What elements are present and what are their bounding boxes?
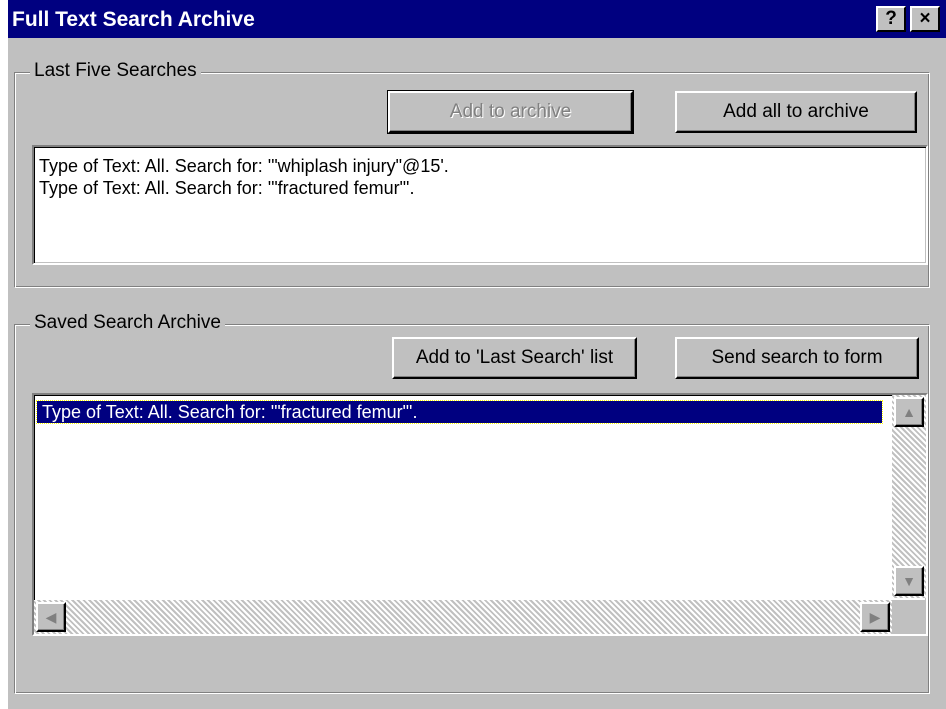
title-bar[interactable]: Full Text Search Archive ? × xyxy=(8,0,946,38)
send-search-to-form-button[interactable]: Send search to form xyxy=(675,337,919,379)
add-to-last-search-list-button[interactable]: Add to 'Last Search' list xyxy=(392,337,637,379)
close-button[interactable]: × xyxy=(910,6,940,32)
scroll-left-button[interactable]: ◀ xyxy=(36,602,66,632)
last-searches-list[interactable]: Type of Text: All. Search for: '"whiplas… xyxy=(32,145,928,265)
add-all-to-archive-button[interactable]: Add all to archive xyxy=(675,91,917,133)
help-button[interactable]: ? xyxy=(876,6,906,32)
arrow-right-icon: ▶ xyxy=(869,609,881,625)
scrollbar-corner xyxy=(892,600,926,634)
list-item[interactable]: Type of Text: All. Search for: '"whiplas… xyxy=(34,155,926,177)
arrow-up-icon: ▲ xyxy=(902,404,916,420)
list-item[interactable]: Type of Text: All. Search for: '"fractur… xyxy=(34,177,926,199)
last-five-searches-label: Last Five Searches xyxy=(30,60,201,82)
arrow-left-icon: ◀ xyxy=(45,609,57,625)
saved-search-archive-label: Saved Search Archive xyxy=(30,312,225,334)
scroll-down-button[interactable]: ▼ xyxy=(894,566,924,596)
add-to-archive-button[interactable]: Add to archive xyxy=(387,90,634,134)
scroll-right-button[interactable]: ▶ xyxy=(860,602,890,632)
horizontal-scrollbar[interactable]: ◀ ▶ xyxy=(34,600,892,634)
vertical-scrollbar[interactable]: ▲ ▼ xyxy=(892,395,926,598)
list-item-selected[interactable]: Type of Text: All. Search for: '"fractur… xyxy=(36,400,883,424)
scroll-up-button[interactable]: ▲ xyxy=(894,397,924,427)
arrow-down-icon: ▼ xyxy=(902,573,916,589)
saved-archive-list[interactable]: Type of Text: All. Search for: '"fractur… xyxy=(32,393,928,636)
window-title: Full Text Search Archive xyxy=(12,8,255,31)
